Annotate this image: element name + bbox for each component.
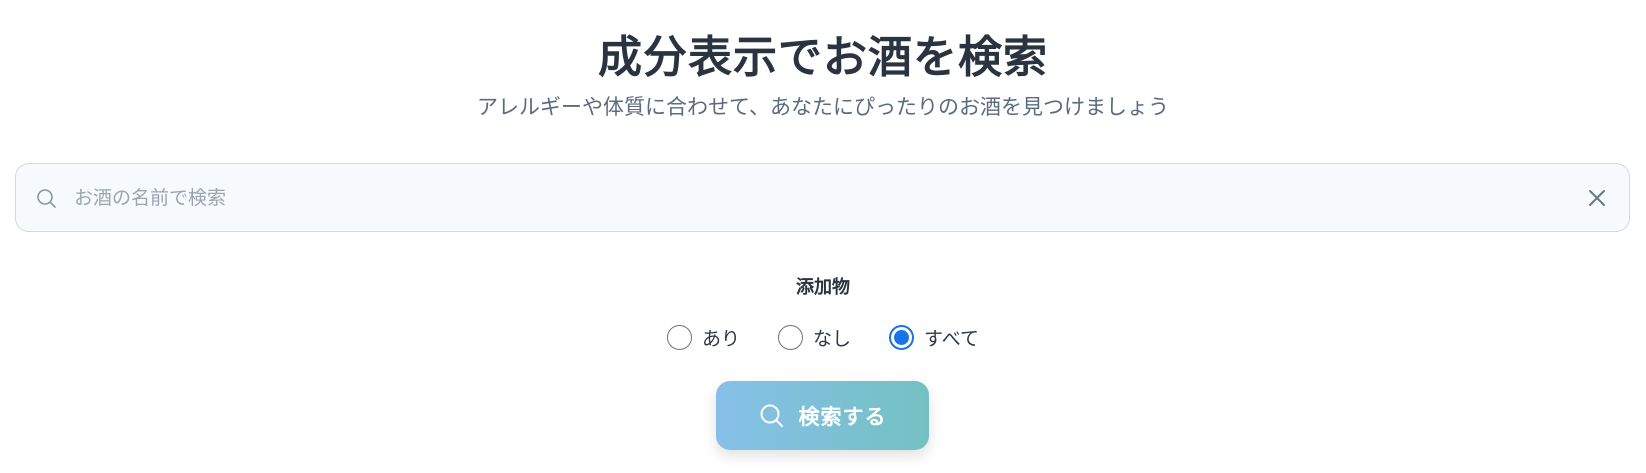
additive-radio-group: あり なし すべて: [0, 322, 1646, 352]
radio-label: なし: [813, 327, 852, 350]
search-input[interactable]: [74, 164, 1554, 231]
radio-label: すべて: [924, 327, 979, 350]
search-icon: [36, 188, 58, 210]
radio-option-yes[interactable]: あり: [667, 324, 740, 351]
additive-filter-label: 添加物: [796, 277, 850, 298]
search-box: [15, 163, 1630, 232]
radio-option-no[interactable]: なし: [778, 324, 851, 351]
close-icon[interactable]: [1587, 188, 1607, 208]
search-button-label: 検索する: [798, 404, 887, 429]
radio-label: あり: [702, 327, 741, 350]
radio-button[interactable]: [778, 324, 804, 350]
search-button[interactable]: 検索する: [716, 381, 929, 450]
page-title: 成分表示でお酒を検索: [598, 32, 1048, 83]
radio-button[interactable]: [667, 324, 693, 350]
search-page: 成分表示でお酒を検索 アレルギーや体質に合わせて、あなたにぴったりのお酒を見つけ…: [0, 0, 1646, 473]
radio-option-all[interactable]: すべて: [889, 324, 979, 351]
page-subtitle: アレルギーや体質に合わせて、あなたにぴったりのお酒を見つけましょう: [477, 95, 1169, 119]
radio-button-selected[interactable]: [889, 324, 915, 350]
search-icon: [759, 403, 785, 429]
